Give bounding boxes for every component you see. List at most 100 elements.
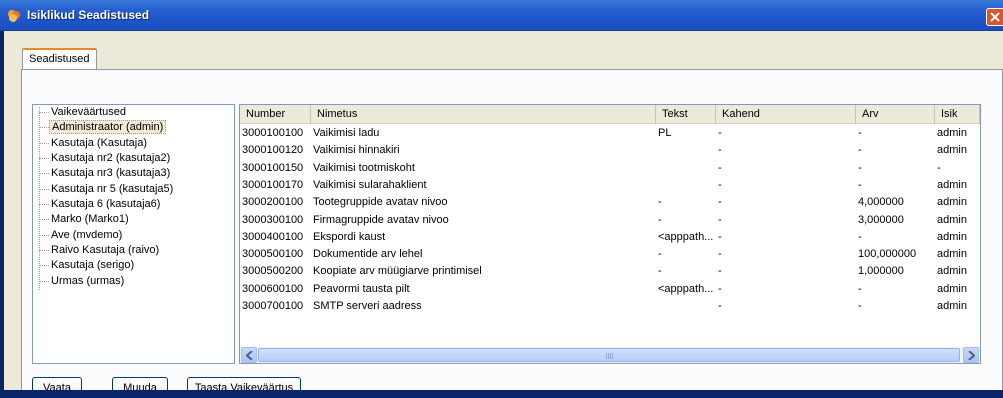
column-header-kahend[interactable]: Kahend xyxy=(716,105,856,124)
column-header-tekst[interactable]: Tekst xyxy=(656,105,716,124)
table-row[interactable]: 3000100100 Vaikimisi ladu PL - - admin xyxy=(240,125,980,142)
tree-item-label: Vaikeväärtused xyxy=(51,106,127,118)
cell-kahend: - xyxy=(718,230,722,243)
table-row[interactable]: 3000100150 Vaikimisi tootmiskoht - - - xyxy=(240,160,980,177)
cell-number: 3000400100 xyxy=(242,230,304,243)
tree-connector xyxy=(39,265,49,266)
cell-nimetus: Tootegruppide avatav nivoo xyxy=(313,196,448,209)
settings-window: Isiklikud Seadistused Seadistused Vaikev… xyxy=(0,0,1003,398)
cell-nimetus: Dokumentide arv lehel xyxy=(313,248,423,261)
cell-isik: admin xyxy=(937,282,967,295)
cell-arv: - xyxy=(858,161,862,174)
cell-tekst: <apppath... xyxy=(658,230,714,243)
cell-tekst xyxy=(656,177,716,194)
cell-number: 3000300100 xyxy=(242,213,304,226)
cell-number: 3000100150 xyxy=(242,161,304,174)
table-row[interactable]: 3000500200 Koopiate arv müügiarve printim… xyxy=(240,263,980,280)
tree-item-label: Kasutaja nr3 (kasutaja3) xyxy=(51,167,171,179)
app-icon xyxy=(6,8,22,24)
cell-nimetus: Koopiate arv müügiarve printimisel xyxy=(313,265,482,278)
tree-connector xyxy=(39,235,49,236)
cell-kahend: - xyxy=(718,282,722,295)
cell-number: 3000200100 xyxy=(242,196,304,209)
cell-kahend: - xyxy=(718,248,722,261)
tree-item-label: Urmas (urmas) xyxy=(51,275,125,287)
window-client-area: Seadistused Vaikeväärtused Administraato… xyxy=(4,31,1003,398)
column-header-nimetus[interactable]: Nimetus xyxy=(311,105,656,124)
cell-kahend: - xyxy=(718,178,722,191)
cell-tekst: <apppath... xyxy=(658,282,714,295)
tree-connector xyxy=(39,173,49,174)
cell-tekst: - xyxy=(658,196,662,209)
cell-kahend: - xyxy=(718,213,722,226)
scroll-thumb[interactable] xyxy=(258,348,960,362)
cell-tekst xyxy=(656,160,716,177)
cell-arv: 100,000000 xyxy=(858,248,917,261)
tree-item-label: Kasutaja nr 5 (kasutaja5) xyxy=(51,183,174,195)
cell-arv: 1,000000 xyxy=(858,265,904,278)
table-row[interactable]: 3000200100 Tootegruppide avatav nivoo - - 4,… xyxy=(240,194,980,211)
cell-nimetus: Firmagruppide avatav nivoo xyxy=(313,213,449,226)
scroll-right-icon[interactable] xyxy=(963,347,979,363)
horizontal-scrollbar[interactable] xyxy=(240,347,980,363)
table-row[interactable]: 3000600100 Peavormi tausta pilt <apppath..… xyxy=(240,281,980,298)
cell-number: 3000100100 xyxy=(242,127,304,139)
table-row[interactable]: 3000100120 Vaikimisi hinnakiri - - admin xyxy=(240,142,980,159)
column-header-number[interactable]: Number xyxy=(240,105,311,124)
tree-item-label: Raivo Kasutaja (raivo) xyxy=(51,244,160,256)
window-bottom-border xyxy=(0,390,1003,398)
cell-nimetus: Peavormi tausta pilt xyxy=(313,282,410,295)
tree-item-label: Administraator (admin) xyxy=(49,120,167,134)
tree-item-label: Kasutaja nr2 (kasutaja2) xyxy=(51,152,171,164)
table-row[interactable]: 3000400100 Ekspordi kaust <apppath... - - adm… xyxy=(240,229,980,246)
cell-arv: - xyxy=(858,127,862,139)
table-row[interactable]: 3000100170 Vaikimisi sularahaklient - - admi… xyxy=(240,177,980,194)
cell-isik: admin xyxy=(937,144,967,157)
cell-nimetus: Vaikimisi sularahaklient xyxy=(313,178,427,191)
cell-isik: admin xyxy=(937,127,967,139)
tree-connector xyxy=(39,127,49,128)
cell-arv: - xyxy=(858,300,862,312)
tree-item-label: Kasutaja (Kasutaja) xyxy=(51,137,147,149)
cell-isik: admin xyxy=(937,300,967,312)
cell-arv: - xyxy=(858,282,862,295)
tree-connector xyxy=(39,189,49,190)
table-row[interactable]: 3000700100 SMTP serveri aadress - - admin xyxy=(240,298,980,315)
cell-kahend: - xyxy=(718,265,722,278)
column-header-arv[interactable]: Arv xyxy=(856,105,935,124)
cell-kahend: - xyxy=(718,144,722,157)
tree-connector xyxy=(39,143,49,144)
cell-tekst: - xyxy=(658,265,662,278)
cell-tekst xyxy=(656,142,716,159)
cell-kahend: - xyxy=(718,196,722,209)
cell-arv: - xyxy=(858,178,862,191)
cell-number: 3000600100 xyxy=(242,282,304,295)
cell-kahend: - xyxy=(718,127,722,139)
user-tree[interactable]: Vaikeväärtused Administraator (admin) Ka… xyxy=(32,104,235,364)
cell-tekst: - xyxy=(658,248,662,261)
cell-nimetus: Vaikimisi hinnakiri xyxy=(313,144,400,157)
close-icon[interactable] xyxy=(986,8,1003,26)
cell-isik: admin xyxy=(937,248,967,261)
table-row[interactable]: 3000300100 Firmagruppide avatav nivoo - - 3,… xyxy=(240,212,980,229)
scroll-left-icon[interactable] xyxy=(241,347,257,363)
settings-grid[interactable]: Number Nimetus Tekst Kahend Arv Isik 300… xyxy=(239,104,981,364)
cell-number: 3000100120 xyxy=(242,144,304,157)
cell-nimetus: Vaikimisi ladu xyxy=(313,127,380,139)
cell-arv: 4,000000 xyxy=(858,196,904,209)
tree-connector xyxy=(39,204,49,205)
cell-arv: - xyxy=(858,230,862,243)
window-title: Isiklikud Seadistused xyxy=(27,8,150,22)
cell-kahend: - xyxy=(718,300,722,312)
title-bar[interactable]: Isiklikud Seadistused xyxy=(0,0,1003,31)
tree-connector xyxy=(39,219,49,220)
cell-number: 3000700100 xyxy=(242,300,304,312)
table-row[interactable]: 3000500100 Dokumentide arv lehel - - 100,000… xyxy=(240,246,980,263)
cell-number: 3000500200 xyxy=(242,265,304,278)
column-header-isik[interactable]: Isik xyxy=(935,105,980,124)
tab-seadistused[interactable]: Seadistused xyxy=(22,48,97,69)
cell-kahend: - xyxy=(718,161,722,174)
tree-connector xyxy=(39,158,49,159)
cell-number: 3000500100 xyxy=(242,248,304,261)
cell-isik: - xyxy=(937,161,941,174)
